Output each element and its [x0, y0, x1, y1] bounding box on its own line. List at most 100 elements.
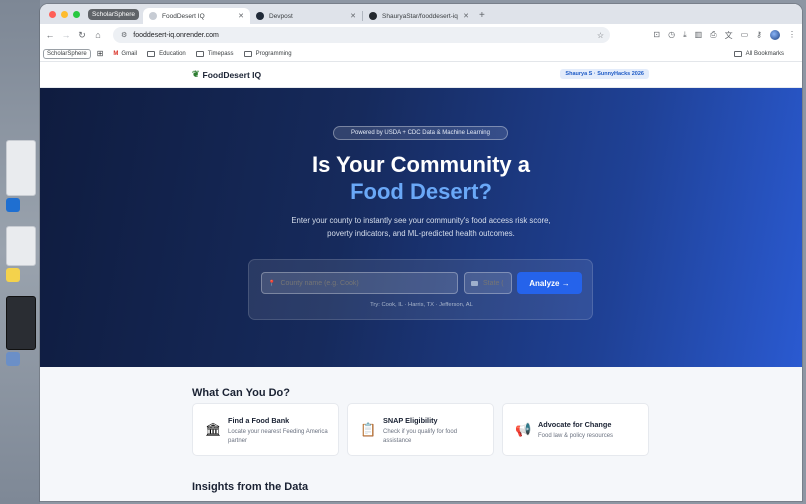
bookmark-folder-education[interactable]: Education: [147, 50, 186, 57]
powered-by-pill: Powered by USDA + CDC Data & Machine Lea…: [333, 126, 508, 140]
forward-arrow-icon[interactable]: →: [58, 30, 74, 40]
megaphone-icon: 📢: [515, 422, 532, 437]
apps-grid-icon[interactable]: ⊞: [97, 49, 104, 58]
all-bookmarks-label: All Bookmarks: [745, 50, 784, 57]
bookmark-label: Timepass: [207, 50, 234, 57]
bookmark-label: Gmail: [121, 50, 138, 57]
tab-github-repo[interactable]: ShauryaStar/fooddesert-iq ✕: [363, 8, 475, 24]
trash-icon[interactable]: ▥: [695, 30, 703, 41]
tab-bar: ScholarSphere FoodDesert IQ ✕ Devpost ✕ …: [40, 4, 802, 24]
tab-title: ShauryaStar/fooddesert-iq: [382, 12, 458, 20]
county-input[interactable]: [280, 279, 457, 287]
new-tab-button[interactable]: +: [479, 10, 485, 21]
hero-subtitle: Enter your county to instantly see your …: [291, 216, 551, 238]
browser-window: ScholarSphere FoodDesert IQ ✕ Devpost ✕ …: [40, 4, 802, 501]
hero-section: Powered by USDA + CDC Data & Machine Lea…: [40, 88, 802, 367]
password-key-icon[interactable]: ⚷: [756, 30, 762, 41]
state-input[interactable]: [483, 279, 511, 287]
site-logo[interactable]: ❦ FoodDesert IQ: [192, 69, 261, 80]
desktop-window-thumbnail[interactable]: [6, 296, 36, 350]
action-cards: 🏛 Find a Food Bank Locate your nearest F…: [192, 403, 649, 456]
desktop-window-thumbnail[interactable]: [6, 226, 36, 266]
broccoli-icon: ❦: [192, 69, 200, 79]
url-text: fooddesert-iq.onrender.com: [133, 31, 219, 39]
bookmark-folder-timepass[interactable]: Timepass: [195, 50, 234, 57]
folder-icon: [243, 50, 252, 57]
card-advocate-for-change[interactable]: 📢 Advocate for Change Food law & policy …: [502, 403, 649, 456]
lock-icon[interactable]: ⊡: [653, 30, 660, 41]
state-field[interactable]: [464, 272, 512, 294]
tab-devpost[interactable]: Devpost ✕: [250, 8, 362, 24]
bookmark-label: Programming: [255, 50, 292, 57]
tab-title: Devpost: [269, 12, 293, 20]
example-counties: Try: Cook, IL · Harris, TX · Jefferson, …: [370, 302, 473, 308]
close-tab-icon[interactable]: ✕: [463, 12, 469, 20]
site-header: ❦ FoodDesert IQ Shaurya S · SunnyHacks 2…: [40, 62, 802, 88]
profile-avatar[interactable]: [770, 30, 780, 40]
card-title: Find a Food Bank: [228, 416, 290, 425]
desktop-background: [0, 0, 40, 504]
history-icon[interactable]: ◷: [668, 30, 675, 41]
card-title: SNAP Eligibility: [383, 416, 438, 425]
author-badge: Shaurya S · SunnyHacks 2026: [560, 69, 649, 79]
clipboard-icon: 📋: [360, 422, 377, 437]
github-icon: [369, 12, 377, 20]
insights-title: Insights from the Data: [192, 481, 309, 493]
analyze-button[interactable]: Analyze →: [517, 272, 582, 294]
tab-title: FoodDesert IQ: [162, 12, 205, 20]
web-page: ❦ FoodDesert IQ Shaurya S · SunnyHacks 2…: [40, 62, 802, 501]
toolbar-icons: ⊡ ◷ ⤓ ▥ ⎙ 文 ▭ ⚷ ⋮: [653, 30, 796, 41]
folder-icon: [733, 50, 742, 57]
map-pin-icon: 📍: [268, 280, 276, 287]
bookmark-star-icon[interactable]: ☆: [597, 31, 604, 40]
bookmark-gmail[interactable]: M Gmail: [113, 51, 137, 57]
hero-title-line2: Food Desert?: [350, 179, 492, 204]
cast-icon[interactable]: ▭: [741, 30, 749, 41]
minimize-window-button[interactable]: [61, 10, 68, 18]
folder-icon: [147, 50, 156, 57]
close-tab-icon[interactable]: ✕: [238, 12, 244, 20]
card-description: Food law & policy resources: [538, 433, 614, 439]
zoom-window-button[interactable]: [73, 10, 80, 18]
all-bookmarks-button[interactable]: All Bookmarks: [733, 50, 784, 57]
back-arrow-icon[interactable]: ←: [42, 30, 58, 40]
devpost-icon: [256, 12, 264, 20]
tab-group-chip[interactable]: ScholarSphere: [88, 8, 139, 20]
card-description: Locate your nearest Feeding America part…: [228, 429, 328, 444]
flag-icon: [471, 280, 478, 286]
bookmarks-bar: ScholarSphere ⊞ M Gmail Education Timepa…: [40, 46, 802, 62]
what-can-you-do-title: What Can You Do?: [192, 387, 290, 399]
close-window-button[interactable]: [49, 10, 56, 18]
desktop-window-thumbnail[interactable]: [6, 140, 36, 196]
finder-icon[interactable]: [6, 352, 20, 366]
card-find-food-bank[interactable]: 🏛 Find a Food Bank Locate your nearest F…: [192, 403, 339, 456]
reload-icon[interactable]: ↻: [74, 30, 90, 41]
window-controls: [49, 10, 80, 18]
download-icon[interactable]: ⤓: [683, 30, 687, 41]
folder-icon: [195, 50, 204, 57]
more-menu-icon[interactable]: ⋮: [788, 30, 796, 41]
site-brand-name: FoodDesert IQ: [202, 69, 262, 80]
hero-title-line1: Is Your Community a: [311, 152, 530, 177]
home-icon[interactable]: ⌂: [90, 30, 106, 40]
close-tab-icon[interactable]: ✕: [350, 12, 356, 20]
bookmark-scholarsphere[interactable]: ScholarSphere: [43, 48, 91, 59]
bank-icon: 🏛: [205, 422, 222, 437]
globe-icon: [149, 12, 157, 20]
actions-section: What Can You Do? 🏛 Find a Food Bank Loca…: [40, 367, 802, 501]
address-bar[interactable]: ⚙ fooddesert-iq.onrender.com ☆: [113, 27, 610, 43]
translate-icon[interactable]: 文: [725, 30, 733, 41]
bookmark-folder-programming[interactable]: Programming: [243, 50, 292, 57]
card-title: Advocate for Change: [538, 420, 612, 429]
vscode-icon[interactable]: [6, 198, 20, 212]
bookmark-label: Education: [159, 50, 186, 57]
card-description: Check if you qualify for food assistance: [383, 429, 458, 444]
tab-fooddesert-iq[interactable]: FoodDesert IQ ✕: [143, 8, 250, 24]
print-icon[interactable]: ⎙: [710, 30, 716, 41]
card-snap-eligibility[interactable]: 📋 SNAP Eligibility Check if you qualify …: [347, 403, 494, 456]
gmail-icon: M: [113, 50, 119, 57]
site-info-icon[interactable]: ⚙: [121, 31, 127, 39]
notes-icon[interactable]: [6, 268, 20, 282]
county-field[interactable]: 📍: [261, 272, 458, 294]
search-card: 📍 Analyze → Try: Cook, IL · Harris, TX ·…: [248, 259, 593, 320]
